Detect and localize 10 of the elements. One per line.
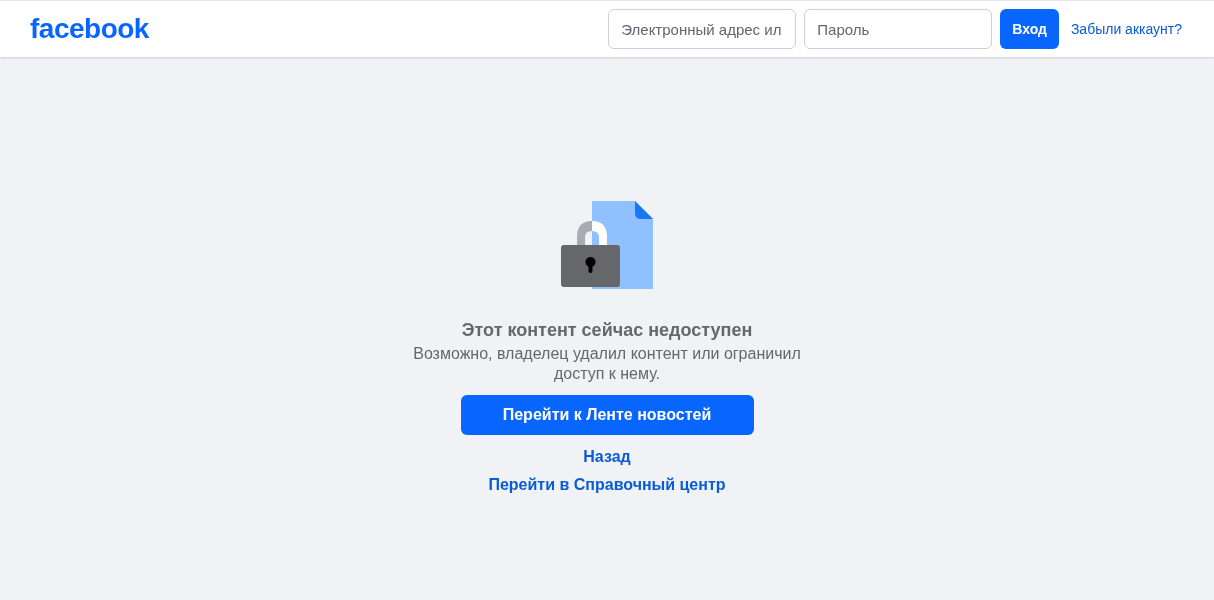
forgot-account-link[interactable]: Забыли аккаунт? <box>1070 18 1182 40</box>
text-link[interactable]: Назад <box>583 447 631 467</box>
login-button[interactable]: Вход <box>1000 9 1059 49</box>
news-feed-button[interactable]: Перейти к Ленте новостей <box>460 395 754 435</box>
email-field[interactable]: Электронный адрес ил <box>608 9 797 49</box>
password-field[interactable]: Пароль <box>804 9 993 49</box>
logo[interactable]: facebook <box>30 8 149 50</box>
message-body: Возможно, владелец удалил контент или ограничил доступ к нему. <box>412 344 802 384</box>
message-title: Этот контент сейчас недоступен <box>461 319 753 342</box>
text-link[interactable]: Перейти в Справочный центр <box>488 475 726 495</box>
